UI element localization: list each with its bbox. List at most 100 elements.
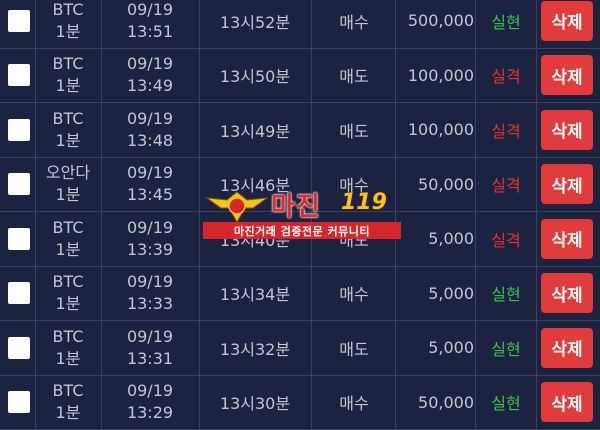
delete-button[interactable]: 삭제 [541, 110, 593, 150]
trade-side: 매도 [312, 212, 396, 266]
trade-clock: 13:33 [127, 293, 173, 315]
trade-date: 09/19 [127, 53, 173, 75]
datetime-cell: 09/1913:33 [102, 267, 198, 321]
column-divider [536, 103, 537, 157]
round-time: 13시34분 [200, 267, 310, 321]
trade-amount: 5,000 [396, 321, 474, 375]
trade-result: 실현 [476, 267, 536, 321]
row-checkbox[interactable] [8, 173, 30, 195]
trade-clock: 13:39 [127, 239, 173, 261]
trade-amount: 500,000 [396, 0, 474, 48]
row-checkbox[interactable] [8, 337, 30, 359]
coin-cell: BTC1분 [36, 0, 100, 48]
coin-name: BTC [53, 53, 84, 75]
trade-date: 09/19 [127, 0, 173, 21]
trade-date: 09/19 [127, 217, 173, 239]
coin-name: BTC [53, 217, 84, 239]
table-row: BTC1분09/1913:4813시49분매도100,000실격삭제 [0, 103, 600, 158]
row-checkbox[interactable] [8, 10, 30, 32]
trade-clock: 13:49 [127, 75, 173, 97]
coin-period: 1분 [56, 239, 81, 261]
datetime-cell: 09/1913:49 [102, 49, 198, 103]
coin-cell: BTC1분 [36, 267, 100, 321]
round-time: 13시50분 [200, 49, 310, 103]
coin-name: BTC [53, 108, 84, 130]
trade-amount: 5,000 [396, 267, 474, 321]
trade-date: 09/19 [127, 326, 173, 348]
trade-side: 매수 [312, 376, 396, 430]
row-checkbox[interactable] [8, 64, 30, 86]
trade-clock: 13:29 [127, 402, 173, 424]
coin-name: 오안다 [46, 162, 90, 184]
round-time: 13시49분 [200, 103, 310, 157]
coin-name: BTC [53, 0, 84, 21]
round-time: 13시30분 [200, 376, 310, 430]
trade-date: 09/19 [127, 271, 173, 293]
delete-button[interactable]: 삭제 [541, 55, 593, 95]
table-row: BTC1분09/1913:5113시52분매수500,000실현삭제 [0, 0, 600, 49]
table-row: BTC1분09/1913:3913시40분매도5,000실격삭제 [0, 212, 600, 267]
column-divider [536, 212, 537, 266]
trade-side: 매도 [312, 49, 396, 103]
datetime-cell: 09/1913:51 [102, 0, 198, 48]
trade-clock: 13:31 [127, 348, 173, 370]
trade-result: 실현 [476, 376, 536, 430]
trade-result: 실격 [476, 158, 536, 212]
trade-result: 실현 [476, 0, 536, 48]
trade-result: 실현 [476, 321, 536, 375]
datetime-cell: 09/1913:29 [102, 376, 198, 430]
table-row: BTC1분09/1913:3313시34분매수5,000실현삭제 [0, 267, 600, 322]
delete-button[interactable]: 삭제 [541, 273, 593, 313]
round-time: 13시46분 [200, 158, 310, 212]
delete-button[interactable]: 삭제 [541, 328, 593, 368]
coin-name: BTC [53, 380, 84, 402]
column-divider [536, 158, 537, 212]
column-divider [536, 0, 537, 48]
coin-period: 1분 [56, 293, 81, 315]
trade-result: 실격 [476, 212, 536, 266]
trade-result: 실격 [476, 49, 536, 103]
coin-cell: BTC1분 [36, 376, 100, 430]
delete-button[interactable]: 삭제 [541, 382, 593, 422]
trade-history-table: BTC1분09/1913:5113시52분매수500,000실현삭제BTC1분0… [0, 0, 600, 430]
row-checkbox[interactable] [8, 282, 30, 304]
trade-date: 09/19 [127, 380, 173, 402]
trade-date: 09/19 [127, 162, 173, 184]
coin-name: BTC [53, 326, 84, 348]
coin-period: 1분 [56, 184, 81, 206]
column-divider [536, 321, 537, 375]
trade-clock: 13:51 [127, 21, 173, 43]
trade-clock: 13:48 [127, 130, 173, 152]
coin-cell: BTC1분 [36, 212, 100, 266]
trade-amount: 100,000 [396, 49, 474, 103]
coin-period: 1분 [56, 21, 81, 43]
delete-button[interactable]: 삭제 [541, 219, 593, 259]
coin-name: BTC [53, 271, 84, 293]
row-checkbox[interactable] [8, 228, 30, 250]
column-divider [536, 267, 537, 321]
table-row: BTC1분09/1913:4913시50분매도100,000실격삭제 [0, 49, 600, 104]
row-checkbox[interactable] [8, 391, 30, 413]
coin-cell: BTC1분 [36, 321, 100, 375]
table-row: BTC1분09/1913:3113시32분매도5,000실현삭제 [0, 321, 600, 376]
datetime-cell: 09/1913:39 [102, 212, 198, 266]
delete-button[interactable]: 삭제 [541, 164, 593, 204]
coin-period: 1분 [56, 75, 81, 97]
trade-amount: 100,000 [396, 103, 474, 157]
trade-side: 매수 [312, 0, 396, 48]
row-checkbox[interactable] [8, 119, 30, 141]
delete-button[interactable]: 삭제 [541, 1, 593, 41]
datetime-cell: 09/1913:48 [102, 103, 198, 157]
table-row: BTC1분09/1913:2913시30분매수50,000실현삭제 [0, 376, 600, 430]
coin-cell: 오안다1분 [36, 158, 100, 212]
datetime-cell: 09/1913:31 [102, 321, 198, 375]
trade-side: 매도 [312, 321, 396, 375]
trade-amount: 50,000 [396, 376, 474, 430]
table-row: 오안다1분09/1913:4513시46분매수50,000실격삭제 [0, 158, 600, 213]
round-time: 13시52분 [200, 0, 310, 48]
trade-side: 매도 [312, 103, 396, 157]
column-divider [536, 376, 537, 430]
round-time: 13시40분 [200, 212, 310, 266]
trade-side: 매수 [312, 267, 396, 321]
column-divider [536, 49, 537, 103]
